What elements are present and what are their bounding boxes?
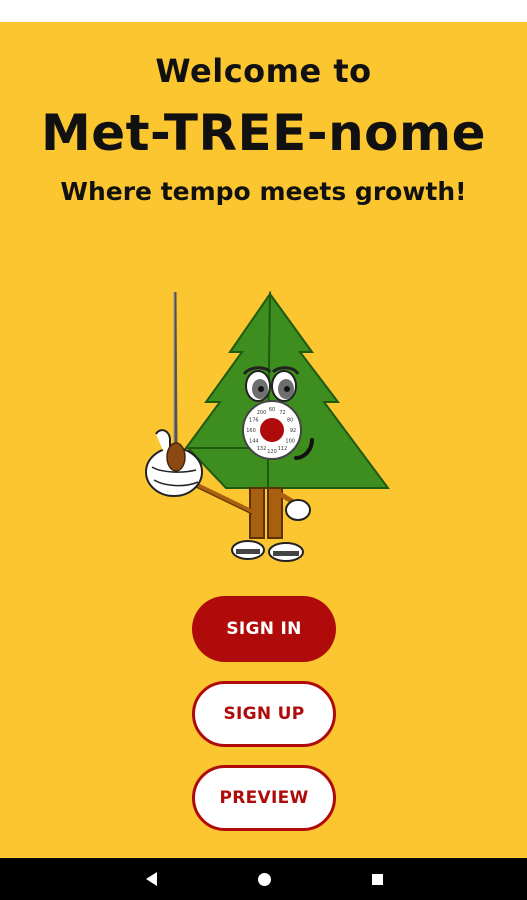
system-nav-bar (0, 858, 527, 900)
recents-square-icon[interactable] (364, 866, 390, 892)
dial-number: 160 (246, 428, 256, 434)
dial-number: 80 (287, 418, 293, 424)
dial-number: 176 (249, 418, 259, 424)
baton-icon (173, 291, 178, 448)
welcome-screen: Welcome to Met-TREE-nome Where tempo mee… (0, 22, 527, 858)
tree-conductor-mascot-icon: 60 7280 92 100112120132144 160 176 200 (145, 290, 390, 562)
sign-in-button[interactable]: SIGN IN (192, 596, 336, 662)
dial-number: 100 (285, 439, 295, 445)
dial-number: 200 (257, 410, 267, 416)
sign-up-button[interactable]: SIGN UP (192, 681, 336, 747)
dial-number: 72 (279, 410, 285, 416)
welcome-heading: Welcome to (155, 52, 372, 90)
dial-number: 120 (267, 449, 277, 455)
back-triangle-icon[interactable] (138, 866, 164, 892)
dial-number: 144 (249, 439, 259, 445)
home-circle-icon[interactable] (251, 866, 277, 892)
app-tagline: Where tempo meets growth! (60, 177, 467, 206)
status-bar (0, 0, 527, 22)
app-title: Met-TREE-nome (40, 104, 487, 162)
preview-button[interactable]: PREVIEW (192, 765, 336, 831)
dial-number: 132 (257, 446, 267, 452)
right-glove-icon (285, 499, 311, 521)
dial-number: 112 (278, 446, 288, 452)
dial-number: 92 (290, 428, 296, 434)
left-leg (249, 487, 265, 539)
dial-number: 60 (269, 407, 275, 413)
